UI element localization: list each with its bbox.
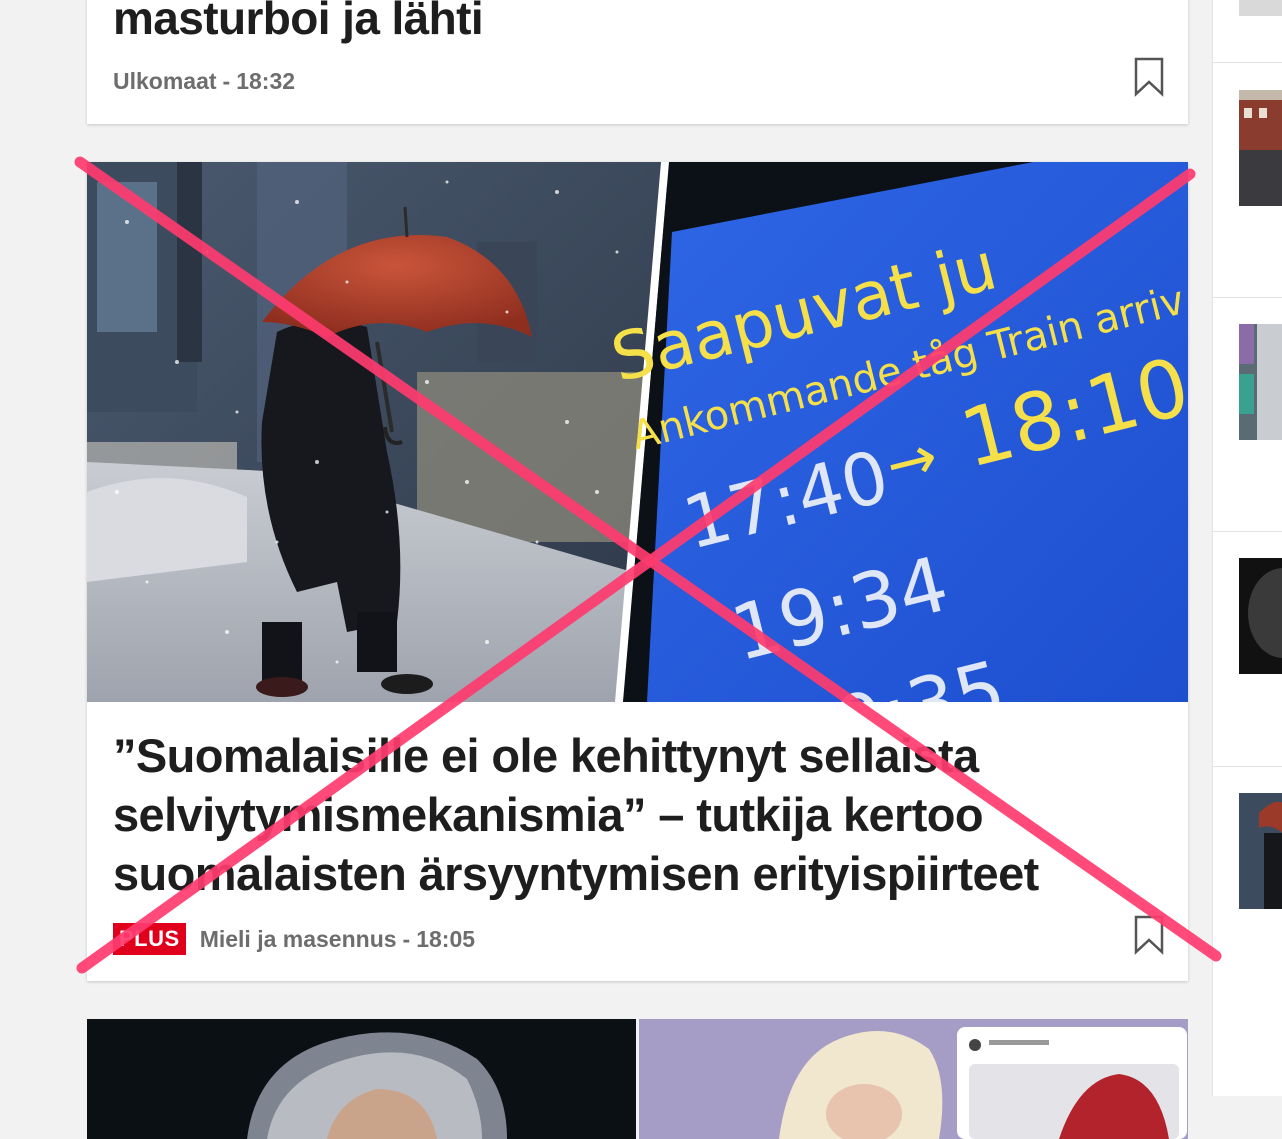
sidebar-item[interactable] <box>1213 62 1282 298</box>
meta-separator: - <box>222 68 231 94</box>
hero-collage: Saapuvat ju Ankommande tåg Train arriv 1… <box>87 162 1188 702</box>
article-category[interactable]: Ulkomaat <box>113 68 217 95</box>
sidebar-thumbnail <box>1239 0 1282 16</box>
article-headline[interactable]: ”Suomalaisille ei ole kehittynyt sellais… <box>113 726 1118 903</box>
sidebar-thumbnail <box>1239 90 1282 206</box>
article-time: 18:32 <box>236 68 296 94</box>
sidebar-item[interactable] <box>1213 531 1282 767</box>
article-card-top[interactable]: masturboi ja lähti Ulkomaat - 18:32 <box>87 0 1188 124</box>
sidebar <box>1212 0 1282 1096</box>
plus-badge: PLUS <box>113 923 186 955</box>
sidebar-thumbnail <box>1239 793 1282 909</box>
sidebar-thumbnail <box>1239 558 1282 674</box>
article-thumbnail[interactable] <box>87 1019 636 1139</box>
article-time: 18:05 <box>416 925 476 952</box>
article-card-bottom <box>87 1019 1188 1139</box>
article-meta: Ulkomaat - 18:32 <box>113 68 295 95</box>
sidebar-item[interactable] <box>1213 0 1282 63</box>
article-card-main[interactable]: Saapuvat ju Ankommande tåg Train arriv 1… <box>87 162 1188 981</box>
thumbnail-image <box>639 1019 1188 1139</box>
article-thumbnail[interactable] <box>639 1019 1188 1139</box>
article-headline[interactable]: masturboi ja lähti <box>113 0 1118 44</box>
meta-separator: - <box>402 925 411 952</box>
article-hero-image[interactable]: Saapuvat ju Ankommande tåg Train arriv 1… <box>87 162 1188 702</box>
sidebar-item[interactable] <box>1213 766 1282 1096</box>
sidebar-thumbnail <box>1239 324 1282 440</box>
thumbnail-image <box>87 1019 636 1139</box>
bookmark-icon <box>1134 57 1164 97</box>
article-meta: PLUS Mieli ja masennus - 18:05 <box>113 923 475 955</box>
article-category[interactable]: Mieli ja masennus <box>200 926 397 953</box>
bookmark-button[interactable] <box>1134 915 1164 955</box>
bookmark-icon <box>1134 915 1164 955</box>
bookmark-button[interactable] <box>1134 57 1164 97</box>
sidebar-item[interactable] <box>1213 297 1282 532</box>
